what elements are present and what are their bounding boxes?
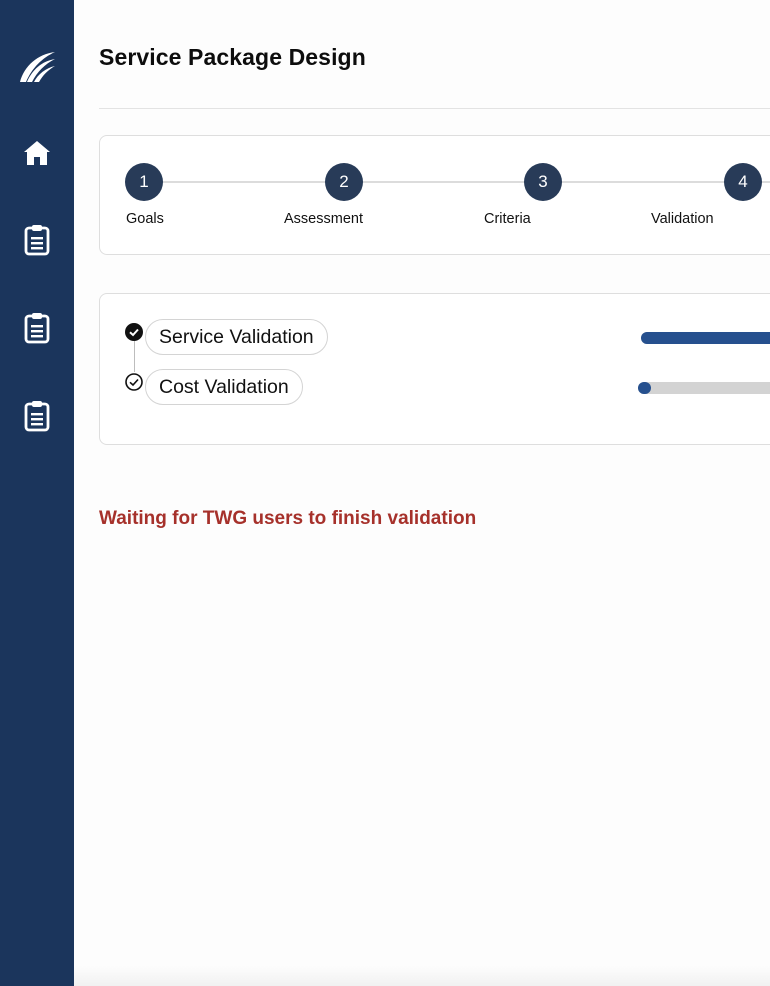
- service-validation-chip[interactable]: Service Validation: [145, 319, 328, 355]
- cost-validation-progress-fill: [638, 382, 652, 394]
- clipboard-icon[interactable]: [18, 397, 56, 435]
- check-circle-outline-icon: [125, 373, 143, 391]
- step-label: Validation: [651, 211, 714, 227]
- clipboard-icon[interactable]: [18, 309, 56, 347]
- validation-progress-card: Service Validation Cost Validation: [99, 293, 770, 445]
- clipboard-icon[interactable]: [18, 221, 56, 259]
- validation-row-cost: Cost Validation: [125, 369, 325, 405]
- step-label: Goals: [126, 211, 164, 227]
- step-number: 3: [524, 163, 562, 201]
- stepper-connector-line: [144, 181, 770, 183]
- logo-wings-icon[interactable]: [18, 46, 56, 84]
- service-validation-progress-track: [641, 332, 770, 344]
- home-icon[interactable]: [18, 134, 56, 172]
- step-label: Assessment: [284, 211, 363, 227]
- page-title: Service Package Design: [99, 44, 366, 70]
- main-content: Service Package Design 1 Goals 2 Assessm…: [74, 0, 770, 986]
- status-message: Waiting for TWG users to finish validati…: [99, 508, 477, 529]
- cost-validation-chip[interactable]: Cost Validation: [145, 369, 303, 405]
- progress-stepper: 1 Goals 2 Assessment 3 Criteria 4 Valida…: [99, 135, 770, 255]
- sidebar: [0, 0, 74, 986]
- step-number: 1: [125, 163, 163, 201]
- validation-row-service: Service Validation: [125, 319, 355, 355]
- step-label: Criteria: [484, 211, 531, 227]
- header-divider: [99, 108, 770, 109]
- step-number: 4: [724, 163, 762, 201]
- bottom-shadow: [74, 966, 770, 986]
- cost-validation-progress-track: [638, 382, 770, 394]
- check-circle-filled-icon: [125, 323, 143, 341]
- step-number: 2: [325, 163, 363, 201]
- service-validation-progress-fill: [641, 332, 770, 344]
